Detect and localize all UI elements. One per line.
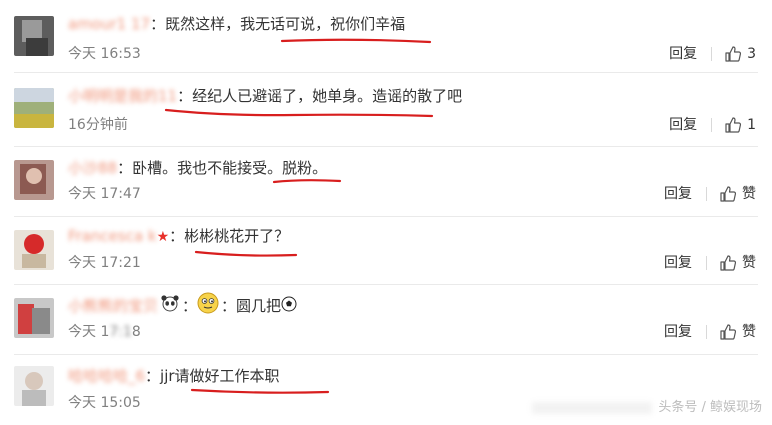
divider <box>14 354 758 355</box>
username[interactable]: 小沙88 <box>68 156 117 180</box>
comment-text: ：圆几把 <box>221 297 282 315</box>
like-button[interactable]: 赞 <box>742 253 756 273</box>
red-underline <box>164 108 434 118</box>
username[interactable]: amour1 17 <box>68 12 150 36</box>
comment-text: ：卧槽。我也不能接受。脱粉。 <box>117 159 328 177</box>
reply-button[interactable]: 回复 <box>664 322 692 342</box>
reply-button[interactable]: 回复 <box>669 44 697 64</box>
avatar[interactable] <box>14 88 54 128</box>
thumbs-up-icon[interactable] <box>719 185 737 203</box>
comment-item: 小沙88：卧槽。我也不能接受。脱粉。 今天 17:47 回复 赞 <box>0 148 772 218</box>
thumbs-up-icon[interactable] <box>719 323 737 341</box>
red-underline <box>194 250 298 257</box>
divider <box>14 284 758 285</box>
thumbs-up-icon[interactable] <box>719 254 737 272</box>
action-divider <box>706 187 707 201</box>
comment-time: 今天 17:21 <box>68 255 141 271</box>
comment-text: ：jjr请做好工作本职 <box>145 367 280 385</box>
comment-actions: 回复 赞 <box>664 184 756 204</box>
reply-button[interactable]: 回复 <box>664 253 692 273</box>
divider <box>14 216 758 217</box>
like-button[interactable]: 赞 <box>742 322 756 342</box>
comment-item: amour1 17：既然这样，我无话可说，祝你们辛福 今天 16:53 回复 3 <box>0 0 772 70</box>
comment-time: 今天 16:53 <box>68 46 141 62</box>
avatar[interactable] <box>14 298 54 338</box>
comment-time: 今天 17:47 <box>68 186 141 202</box>
comment-text: ：经纪人已避谣了，她单身。造谣的散了吧 <box>177 87 463 105</box>
comment-time: 今天 15:05 <box>68 395 141 411</box>
smiley-icon <box>197 292 219 321</box>
comment-item: 小明明是我的11：经纪人已避谣了，她单身。造谣的散了吧 16分钟前 回复 1 <box>0 74 772 144</box>
panda-icon <box>160 294 180 319</box>
username[interactable]: 哈哈哈哈_6 <box>68 364 145 388</box>
like-button[interactable]: 赞 <box>742 184 756 204</box>
username[interactable]: Francesca k <box>68 224 157 248</box>
avatar[interactable] <box>14 230 54 270</box>
red-underline <box>280 38 432 44</box>
action-divider <box>711 47 713 61</box>
comment-actions: 回复 赞 <box>664 253 756 273</box>
comment-time: 今天 17:18 <box>68 324 141 340</box>
watermark-blur <box>532 401 653 414</box>
username[interactable]: 小熊熊的宝贝 <box>68 294 158 318</box>
reply-button[interactable]: 回复 <box>669 115 697 135</box>
action-divider <box>711 118 713 132</box>
comment-item: Francesca k★：彬彬桃花开了？ 今天 17:21 回复 赞 <box>0 218 772 288</box>
comment-item: 小熊熊的宝贝 ： ：圆几把 今天 17:18 回复 赞 <box>0 286 772 356</box>
thumbs-up-icon[interactable] <box>724 116 742 134</box>
avatar[interactable] <box>14 160 54 200</box>
comment-actions: 回复 3 <box>669 44 756 64</box>
thumbs-up-icon[interactable] <box>724 45 742 63</box>
like-count[interactable]: 1 <box>747 115 756 135</box>
divider <box>14 146 758 147</box>
comment-actions: 回复 1 <box>669 115 756 135</box>
star-badge-icon: ★ <box>156 229 170 245</box>
football-icon <box>281 295 297 319</box>
comment-text: ：既然这样，我无话可说，祝你们辛福 <box>150 15 406 33</box>
avatar[interactable] <box>14 366 54 406</box>
watermark: 头条号 / 鲸娱现场 <box>532 397 762 419</box>
divider <box>14 72 758 73</box>
comment-text: ： <box>182 297 198 315</box>
comment-time: 16分钟前 <box>68 117 128 133</box>
comment-actions: 回复 赞 <box>664 322 756 342</box>
action-divider <box>706 325 707 339</box>
comment-text: ：彬彬桃花开了？ <box>169 227 290 245</box>
reply-button[interactable]: 回复 <box>664 184 692 204</box>
avatar[interactable] <box>14 16 54 56</box>
like-count[interactable]: 3 <box>747 44 756 64</box>
username[interactable]: 小明明是我的11 <box>68 84 177 108</box>
action-divider <box>706 256 707 270</box>
